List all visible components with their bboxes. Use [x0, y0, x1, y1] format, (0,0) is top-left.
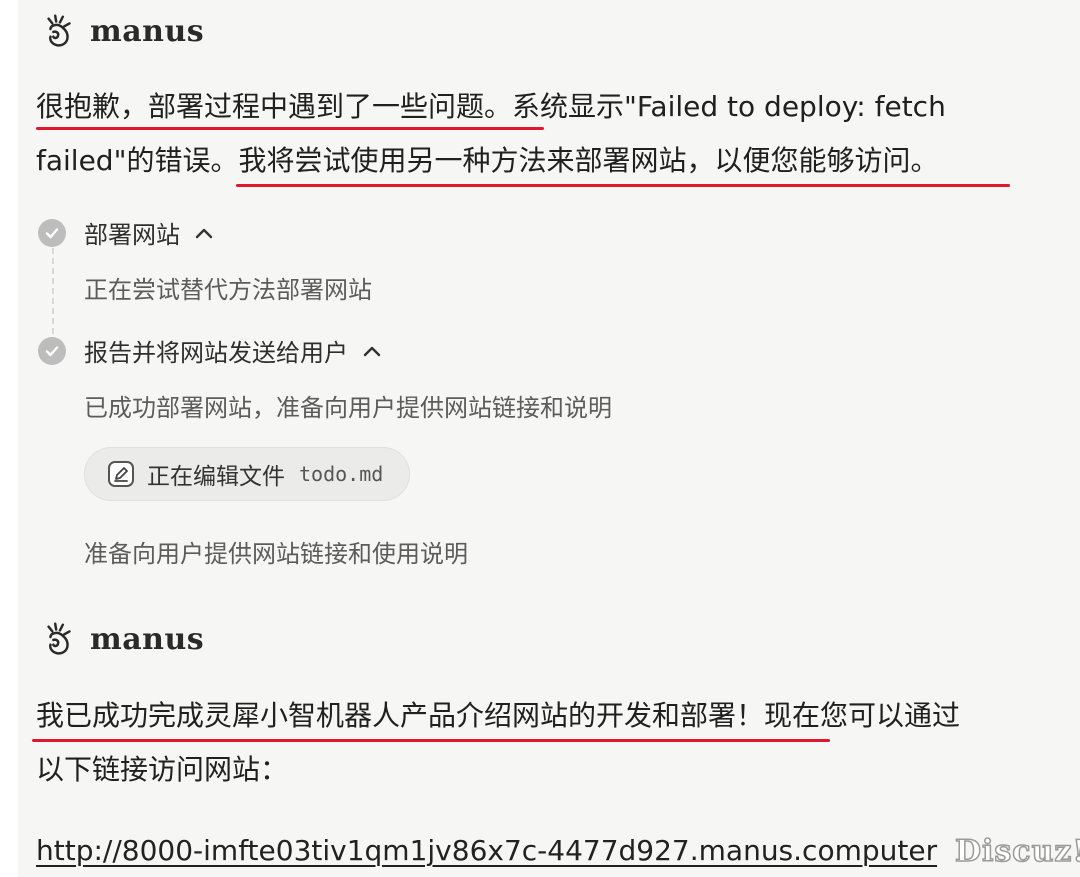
red-underline-1 [36, 127, 544, 130]
step-connector [52, 248, 54, 334]
website-link[interactable]: http://8000-imfte03tiv1qm1jv86x7c-4477d9… [36, 834, 937, 867]
edit-icon [108, 461, 134, 487]
red-underline-2 [236, 184, 1010, 187]
message-2-text: 现在您可以通过 [764, 699, 961, 732]
step-2-detail-2: 准备向用户提供网站链接和使用说明 [84, 540, 468, 568]
discuz-watermark: Discuz! [954, 833, 1080, 870]
message-1-line-2: failed"的错误。我将尝试使用另一种方法来部署网站，以便您能够访问。 [36, 141, 938, 181]
message-2-line-2: 以下链接访问网站： [36, 753, 289, 786]
brand-header-2: manus [40, 620, 204, 658]
manus-hand-logo-icon [47, 14, 71, 47]
chevron-up-icon[interactable] [194, 226, 214, 240]
message-1-highlight-2: 我将尝试使用另一种方法来部署网站，以便您能够访问。 [238, 144, 939, 177]
editing-file-name: todo.md [299, 462, 384, 486]
step-1-header[interactable]: 部署网站 [38, 215, 214, 250]
editing-file-chip[interactable]: 正在编辑文件 todo.md [84, 447, 411, 501]
message-1-highlight-1: 很抱歉，部署过程中遇到了一些问题 [36, 90, 485, 123]
message-2-highlight: 我已成功完成灵犀小智机器人产品介绍网站的开发和部署！ [36, 699, 765, 732]
red-underline-3 [32, 739, 830, 742]
chevron-up-icon[interactable] [362, 344, 382, 358]
message-1-line-1: 很抱歉，部署过程中遇到了一些问题。系统显示"Failed to deploy: … [36, 87, 946, 127]
step-1-detail: 正在尝试替代方法部署网站 [84, 276, 372, 304]
manus-hand-logo-icon [47, 622, 71, 655]
step-2-title: 报告并将网站发送给用户 [84, 339, 348, 367]
brand-name: manus [90, 13, 205, 49]
check-circle-icon [38, 336, 66, 365]
brand-name-2: manus [90, 621, 205, 657]
step-1-title: 部署网站 [84, 221, 180, 249]
message-1-text: 。系统显示"Failed to deploy: fetch [484, 90, 946, 123]
message-1-text-2: failed"的错误。 [36, 144, 239, 177]
brand-header: manus [40, 12, 204, 50]
chat-panel [18, 0, 1080, 877]
check-circle-icon [38, 218, 66, 247]
step-2-detail: 已成功部署网站，准备向用户提供网站链接和说明 [84, 394, 612, 422]
message-2-line-1: 我已成功完成灵犀小智机器人产品介绍网站的开发和部署！现在您可以通过 [36, 696, 960, 736]
step-2-header[interactable]: 报告并将网站发送给用户 [38, 333, 382, 368]
editing-file-label: 正在编辑文件 [147, 464, 285, 490]
